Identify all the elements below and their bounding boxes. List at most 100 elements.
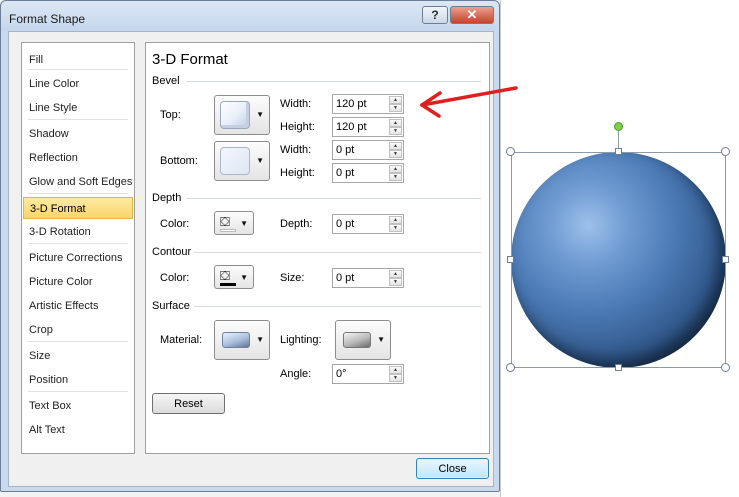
depth-heading: Depth bbox=[152, 192, 182, 204]
close-button[interactable]: Close bbox=[416, 458, 489, 479]
depth-color-dropdown[interactable]: ⛋ ▼ bbox=[214, 211, 254, 235]
spin-up-icon[interactable]: ▲ bbox=[389, 96, 402, 104]
spin-up-icon[interactable]: ▲ bbox=[389, 216, 402, 224]
resize-handle-top[interactable] bbox=[615, 148, 622, 155]
color-swatch bbox=[220, 283, 236, 286]
bevel-bottom-dropdown[interactable]: ▼ bbox=[214, 141, 270, 181]
panel-title: 3-D Format bbox=[152, 51, 228, 68]
category-list: Fill Line Color Line Style Shadow Reflection… bbox=[21, 42, 135, 454]
material-dropdown[interactable]: ▼ bbox=[214, 320, 270, 360]
lighting-dropdown[interactable]: ▼ bbox=[335, 320, 391, 360]
bottom-height-spinner[interactable]: ▲▼ bbox=[332, 163, 404, 183]
angle-label: Angle: bbox=[280, 368, 312, 380]
contour-size-label: Size: bbox=[280, 272, 305, 284]
color-swatch bbox=[220, 229, 236, 232]
spin-up-icon[interactable]: ▲ bbox=[389, 142, 402, 150]
angle-spinner[interactable]: ▲▼ bbox=[332, 364, 404, 384]
resize-handle-bottom[interactable] bbox=[615, 364, 622, 371]
nav-item-glow-and-soft-edges[interactable]: Glow and Soft Edges bbox=[23, 171, 133, 193]
nav-item-fill[interactable]: Fill bbox=[23, 49, 133, 71]
nav-item-line-style[interactable]: Line Style bbox=[23, 97, 133, 119]
chevron-down-icon: ▼ bbox=[240, 219, 248, 228]
contour-divider bbox=[194, 252, 481, 253]
nav-separator bbox=[28, 119, 128, 120]
lighting-preview-icon bbox=[343, 332, 371, 348]
material-label: Material: bbox=[160, 334, 203, 346]
top-height-spinner[interactable]: ▲▼ bbox=[332, 117, 404, 137]
resize-handle-left[interactable] bbox=[507, 256, 514, 263]
reset-button[interactable]: Reset bbox=[152, 393, 225, 414]
spin-down-icon[interactable]: ▼ bbox=[389, 374, 402, 382]
top-height-label: Height: bbox=[280, 121, 315, 133]
spin-up-icon[interactable]: ▲ bbox=[389, 366, 402, 374]
window-close-button[interactable]: ✕ bbox=[450, 6, 494, 24]
format-shape-dialog: Format Shape ? ✕ Fill Line Color Line Styl… bbox=[0, 0, 500, 492]
bottom-width-spinner[interactable]: ▲▼ bbox=[332, 140, 404, 160]
angle-input[interactable] bbox=[333, 365, 391, 383]
resize-handle-right[interactable] bbox=[722, 256, 729, 263]
depth-spinner[interactable]: ▲▼ bbox=[332, 214, 404, 234]
spin-up-icon[interactable]: ▲ bbox=[389, 165, 402, 173]
depth-divider bbox=[186, 198, 481, 199]
spin-down-icon[interactable]: ▼ bbox=[389, 127, 402, 135]
lighting-label: Lighting: bbox=[280, 334, 322, 346]
resize-handle-top-right[interactable] bbox=[721, 147, 730, 156]
top-width-input[interactable] bbox=[333, 95, 391, 113]
paint-bucket-icon: ⛋ bbox=[220, 268, 230, 283]
depth-color-label: Color: bbox=[160, 218, 190, 230]
surface-divider bbox=[194, 306, 481, 307]
chevron-down-icon: ▼ bbox=[256, 335, 264, 344]
nav-separator bbox=[28, 341, 128, 342]
nav-item-text-box[interactable]: Text Box bbox=[23, 395, 133, 417]
contour-size-input[interactable] bbox=[333, 269, 391, 287]
top-width-spinner[interactable]: ▲▼ bbox=[332, 94, 404, 114]
paint-bucket-icon: ⛋ bbox=[220, 214, 230, 229]
depth-label: Depth: bbox=[280, 218, 313, 230]
spin-down-icon[interactable]: ▼ bbox=[389, 104, 402, 112]
nav-item-reflection[interactable]: Reflection bbox=[23, 147, 133, 169]
bevel-top-label: Top: bbox=[160, 109, 181, 121]
selection-box bbox=[511, 152, 726, 368]
bottom-height-input[interactable] bbox=[333, 164, 391, 182]
nav-item-3-d-format[interactable]: 3-D Format bbox=[23, 197, 133, 219]
nav-item-crop[interactable]: Crop bbox=[23, 319, 133, 341]
nav-item-alt-text[interactable]: Alt Text bbox=[23, 419, 133, 441]
chevron-down-icon: ▼ bbox=[377, 335, 385, 344]
chevron-down-icon: ▼ bbox=[256, 110, 264, 119]
nav-item-picture-corrections[interactable]: Picture Corrections bbox=[23, 247, 133, 269]
contour-size-spinner[interactable]: ▲▼ bbox=[332, 268, 404, 288]
bottom-width-label: Width: bbox=[280, 144, 312, 156]
top-height-input[interactable] bbox=[333, 118, 391, 136]
bottom-height-label: Height: bbox=[280, 167, 315, 179]
spin-down-icon[interactable]: ▼ bbox=[389, 173, 402, 181]
contour-color-dropdown[interactable]: ⛋ ▼ bbox=[214, 265, 254, 289]
nav-item-3-d-rotation[interactable]: 3-D Rotation bbox=[23, 221, 133, 243]
annotation-arrow bbox=[420, 86, 518, 118]
nav-item-line-color[interactable]: Line Color bbox=[23, 73, 133, 95]
depth-input[interactable] bbox=[333, 215, 391, 233]
rotation-handle[interactable] bbox=[614, 122, 623, 131]
spin-down-icon[interactable]: ▼ bbox=[389, 150, 402, 158]
nav-item-artistic-effects[interactable]: Artistic Effects bbox=[23, 295, 133, 317]
resize-handle-top-left[interactable] bbox=[506, 147, 515, 156]
nav-separator bbox=[28, 243, 128, 244]
spin-down-icon[interactable]: ▼ bbox=[389, 278, 402, 286]
resize-handle-bottom-right[interactable] bbox=[721, 363, 730, 372]
nav-item-size[interactable]: Size bbox=[23, 345, 133, 367]
bevel-bottom-label: Bottom: bbox=[160, 155, 198, 167]
spin-up-icon[interactable]: ▲ bbox=[389, 119, 402, 127]
contour-heading: Contour bbox=[152, 246, 192, 258]
spin-up-icon[interactable]: ▲ bbox=[389, 270, 402, 278]
nav-item-shadow[interactable]: Shadow bbox=[23, 123, 133, 145]
spin-down-icon[interactable]: ▼ bbox=[389, 224, 402, 232]
bevel-top-dropdown[interactable]: ▼ bbox=[214, 95, 270, 135]
nav-item-picture-color[interactable]: Picture Color bbox=[23, 271, 133, 293]
chevron-down-icon: ▼ bbox=[240, 273, 248, 282]
bevel-heading: Bevel bbox=[152, 75, 180, 87]
contour-color-label: Color: bbox=[160, 272, 190, 284]
resize-handle-bottom-left[interactable] bbox=[506, 363, 515, 372]
bottom-width-input[interactable] bbox=[333, 141, 391, 159]
nav-separator bbox=[28, 193, 128, 194]
help-button[interactable]: ? bbox=[422, 6, 448, 24]
nav-item-position[interactable]: Position bbox=[23, 369, 133, 391]
